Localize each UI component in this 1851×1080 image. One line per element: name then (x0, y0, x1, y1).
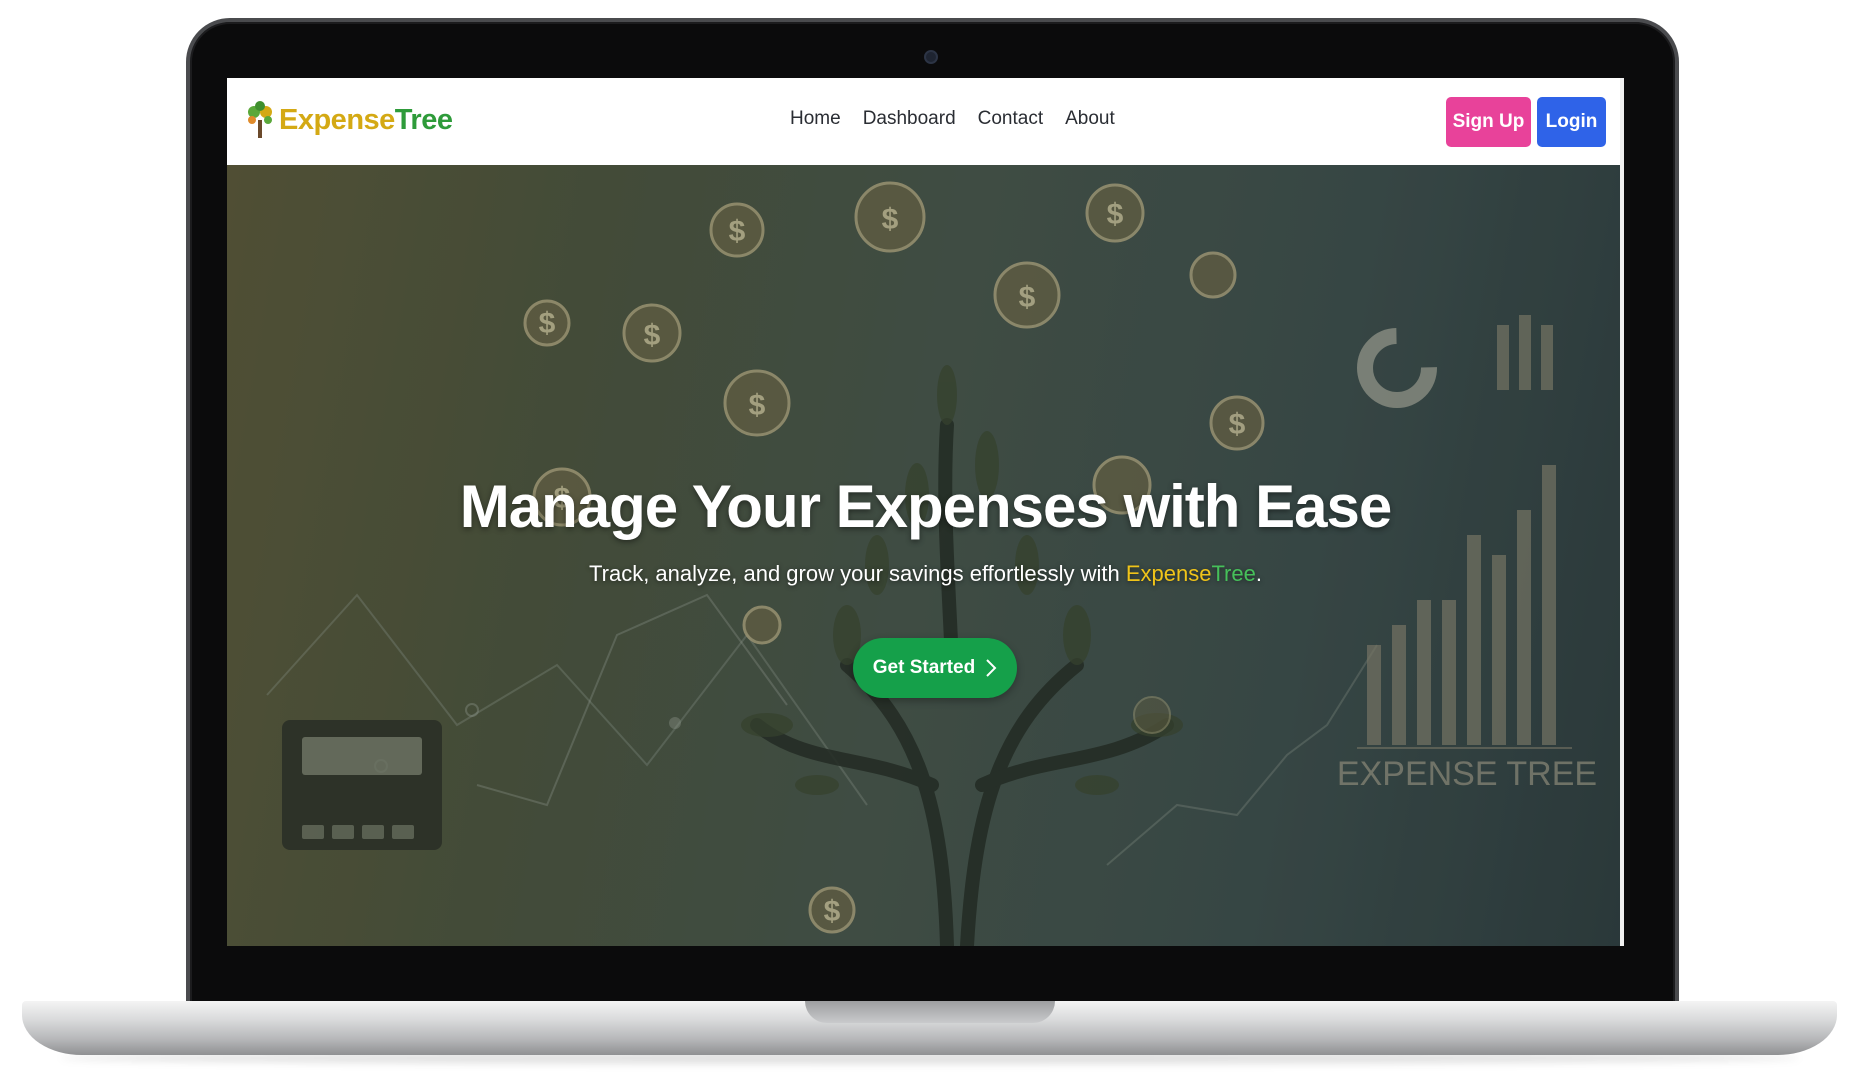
get-started-label: Get Started (872, 657, 976, 678)
hero-overlay (227, 165, 1624, 946)
hero-section: $ $ $ $ $ $ $ $ $ $ EXPENSE TREE Manage … (227, 165, 1624, 946)
hero-subtitle-brand-expense: Expense (1125, 561, 1212, 586)
page-scrollbar[interactable] (1620, 78, 1624, 946)
nav-link-contact[interactable]: Contact (978, 108, 1043, 130)
tree-logo-icon (248, 101, 272, 138)
laptop-screen: $ $ $ $ $ $ $ $ $ $ EXPENSE TREE Manage … (227, 78, 1624, 946)
login-button[interactable]: Login (1537, 97, 1606, 147)
webcam-icon (924, 50, 938, 64)
get-started-button[interactable]: Get Started (853, 638, 1017, 698)
hero-subtitle-text: Track, analyze, and grow your savings ef… (589, 561, 1126, 586)
nav-links: Home Dashboard Contact About (790, 108, 1137, 130)
hero-subtitle-brand-tree: Tree (1211, 561, 1256, 586)
hero-subtitle: Track, analyze, and grow your savings ef… (227, 561, 1624, 587)
laptop-notch (805, 1001, 1055, 1023)
brand-name-tree: Tree (394, 103, 453, 136)
sign-up-button[interactable]: Sign Up (1446, 97, 1531, 147)
nav-link-home[interactable]: Home (790, 108, 841, 130)
brand-name-expense: Expense (279, 103, 395, 136)
hero-title: Manage Your Expenses with Ease (459, 473, 1392, 540)
chevron-right-icon (986, 659, 997, 677)
brand-name: ExpenseTree (279, 103, 453, 137)
top-navbar: ExpenseTree Home Dashboard Contact About… (227, 78, 1624, 165)
brand-logo-link[interactable]: ExpenseTree (245, 100, 453, 140)
hero-subtitle-period: . (1255, 561, 1262, 586)
nav-link-dashboard[interactable]: Dashboard (863, 108, 956, 130)
nav-link-about[interactable]: About (1065, 108, 1115, 130)
